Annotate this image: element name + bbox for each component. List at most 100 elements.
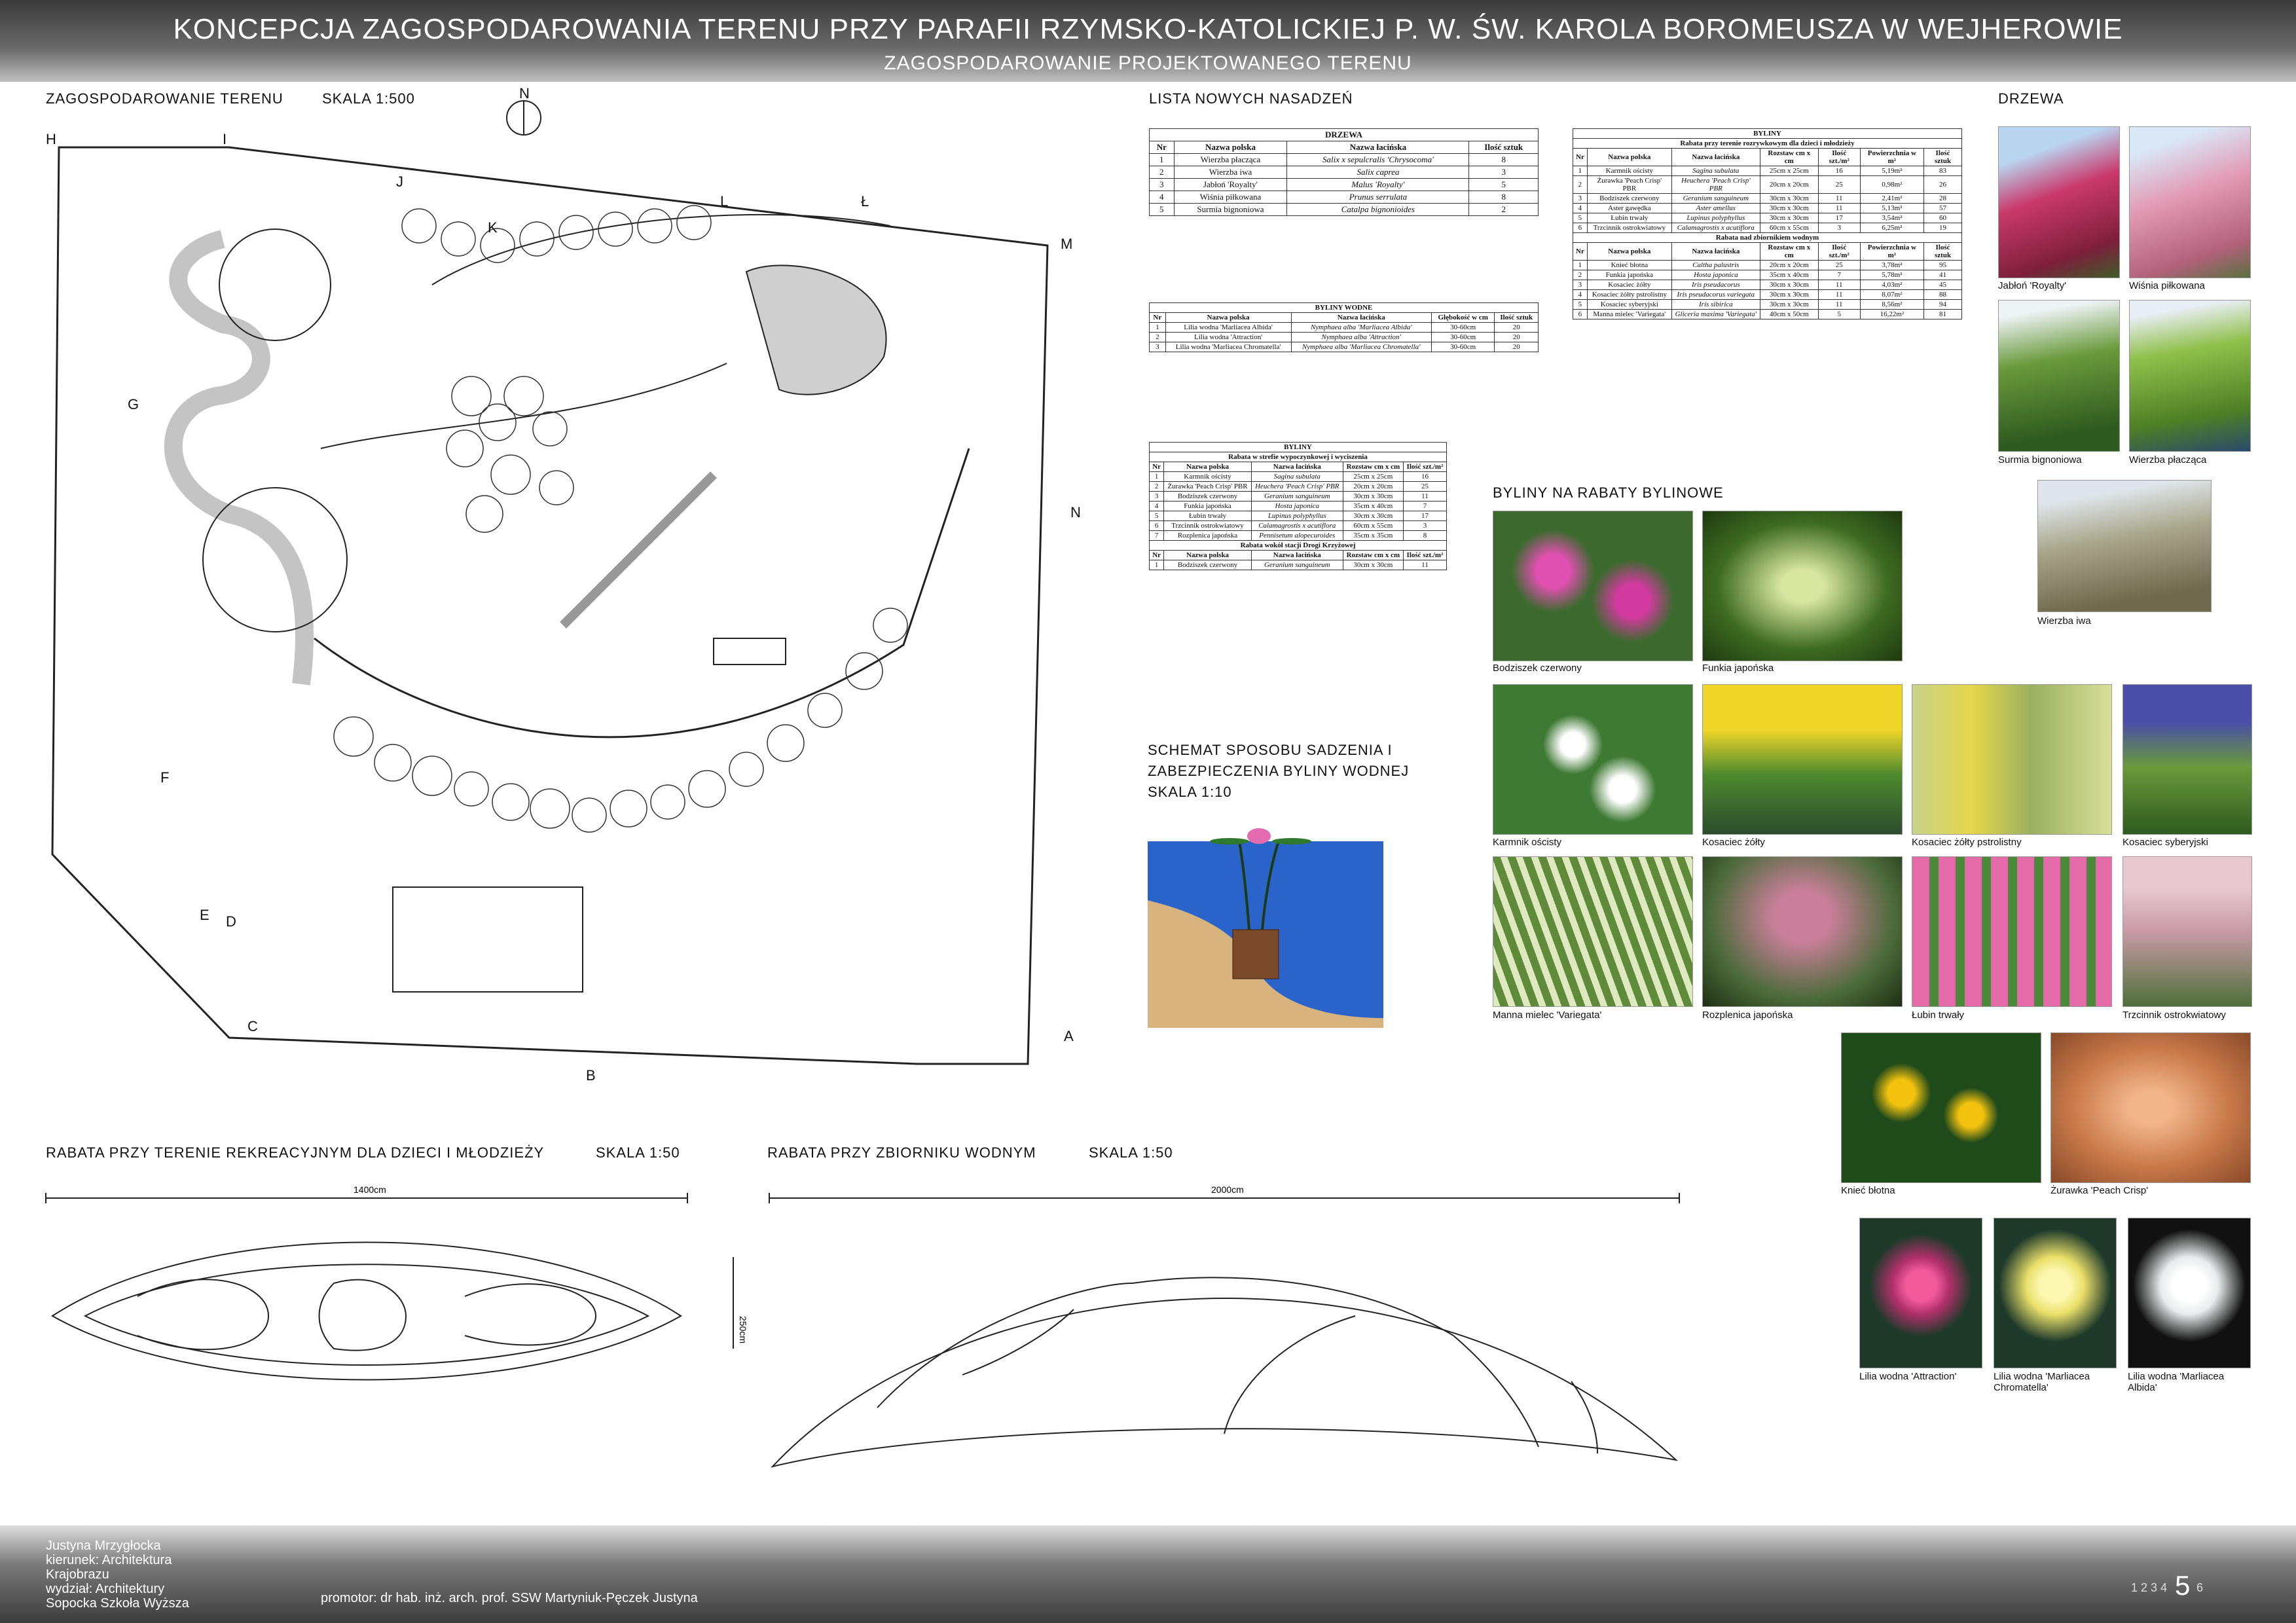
table-row: 5 Łubin trwały Lupinus polyphyllus 30cm x 3… bbox=[1148, 511, 1448, 521]
page-nav-next[interactable]: 6 bbox=[2196, 1581, 2203, 1595]
plant-photo bbox=[2050, 1032, 2251, 1183]
svg-text:I: I bbox=[223, 131, 227, 147]
svg-text:Ł: Ł bbox=[861, 193, 869, 210]
plant-caption: Lilia wodna 'Marliacea Albida' bbox=[2128, 1371, 2225, 1393]
byliny-title: BYLINY NA RABATY BYLINOWE bbox=[1493, 484, 1724, 501]
plant-caption: Łubin trwały bbox=[1912, 1010, 1965, 1021]
tree-photo-wierzba-placzaca bbox=[2129, 300, 2251, 452]
table-row: 4 Funkia japońska Hosta japonica 35cm x 40c… bbox=[1148, 501, 1448, 511]
table-row: 6 Trzcinnik ostrokwiatowy Calamagrostis x … bbox=[1148, 520, 1448, 531]
byliny-right-table: BYLINY Rabata przy terenie rozrywkowym d… bbox=[1573, 128, 1962, 319]
plant-caption: Manna mielec 'Variegata' bbox=[1493, 1010, 1602, 1021]
table-row: 4 Kosaciec żółty pstrolistny Iris pseudaco… bbox=[1573, 289, 1962, 300]
svg-text:M: M bbox=[1061, 236, 1072, 252]
tree-caption: Jabłoń 'Royalty' bbox=[1998, 280, 2067, 291]
table-row: 4 Wiśnia piłkowana Prunus serrulata 8 bbox=[1149, 191, 1539, 204]
plant-caption: Bodziszek czerwony bbox=[1493, 663, 1582, 674]
table-row: 7 Rozplenica japońska Pennisetum alopecuro… bbox=[1148, 530, 1448, 541]
svg-text:250cm: 250cm bbox=[738, 1316, 746, 1343]
tree-caption: Wierzba iwa bbox=[2037, 615, 2091, 627]
table-row: 3 Bodziszek czerwony Geranium sanguineum 30… bbox=[1573, 193, 1962, 204]
table-row: 1 Karmnik ościsty Sagina subulata 25cm x 25… bbox=[1573, 166, 1962, 176]
plant-photo bbox=[2123, 684, 2252, 835]
svg-text:G: G bbox=[128, 396, 139, 412]
plant-caption: Żurawka 'Peach Crisp' bbox=[2050, 1185, 2149, 1196]
table-row: 6 Trzcinnik ostrokwiatowy Calamagrostis x … bbox=[1573, 223, 1962, 233]
plant-caption: Funkia japońska bbox=[1702, 663, 1774, 674]
svg-text:2000cm: 2000cm bbox=[1211, 1185, 1244, 1195]
tree-photo-wierzba-iwa bbox=[2037, 480, 2212, 612]
plant-caption: Karmnik ościsty bbox=[1493, 837, 1562, 848]
plant-photo bbox=[2128, 1218, 2251, 1368]
author-info: Justyna Mrzygłocka kierunek: Architektura… bbox=[46, 1539, 189, 1611]
tree-caption: Wierzba płacząca bbox=[2129, 454, 2207, 465]
svg-text:J: J bbox=[396, 173, 403, 190]
rabata2-scale: SKALA 1:50 bbox=[1089, 1144, 1173, 1161]
plant-caption: Kosaciec syberyjski bbox=[2123, 837, 2208, 848]
table-row: 2 Żurawka 'Peach Crisp' PBR Heuchera 'Peac… bbox=[1148, 481, 1448, 492]
plant-caption: Lilia wodna 'Marliacea Chromatella' bbox=[1994, 1371, 2090, 1393]
plant-photo bbox=[1702, 856, 1903, 1007]
list-title: LISTA NOWYCH NASADZEŃ bbox=[1149, 90, 1353, 107]
plant-photo bbox=[1859, 1218, 1982, 1368]
planting-schema bbox=[1148, 822, 1383, 1028]
tree-photo-surmia bbox=[1998, 300, 2120, 452]
plant-caption: Trzcinnik ostrokwiatowy bbox=[2123, 1010, 2226, 1021]
page-title: KONCEPCJA ZAGOSPODAROWANIA TERENU PRZY P… bbox=[173, 13, 2123, 45]
plant-photo bbox=[2123, 856, 2252, 1007]
table-row: 1 Lilia wodna 'Marliacea Albida' Nymphaea … bbox=[1149, 322, 1539, 333]
svg-text:N: N bbox=[1070, 504, 1081, 520]
svg-text:1400cm: 1400cm bbox=[354, 1185, 386, 1195]
svg-text:B: B bbox=[586, 1067, 596, 1084]
table-row: 2 Wierzba iwa Salix caprea 3 bbox=[1149, 166, 1539, 179]
footer-band bbox=[0, 1525, 2296, 1623]
plant-caption: Kosaciec żółty bbox=[1702, 837, 1765, 848]
site-plan: N H I J K L Ł M N A B C D E F G bbox=[46, 85, 1081, 1084]
plant-photo bbox=[1994, 1218, 2117, 1368]
svg-text:E: E bbox=[200, 907, 210, 923]
plant-caption: Knieć błotna bbox=[1841, 1185, 1895, 1196]
table-row: 4 Aster gawędka Aster amellus 30cm x 30cm 11… bbox=[1573, 203, 1962, 213]
table-row: 3 Lilia wodna 'Marliacea Chromatella' Nymp… bbox=[1149, 342, 1539, 352]
table-row: 3 Kosaciec żółty Iris pseudacorus 30cm x 30… bbox=[1573, 280, 1962, 290]
plant-photo bbox=[1912, 856, 2112, 1007]
table-row: 1 Knieć błotna Caltha palustris 20cm x 20cm… bbox=[1573, 260, 1962, 270]
plant-caption: Lilia wodna 'Attraction' bbox=[1859, 1371, 1957, 1382]
svg-text:H: H bbox=[46, 131, 56, 147]
table-row: 5 Surmia bignoniowa Catalpa bignonioides 2 bbox=[1149, 203, 1539, 216]
plant-photo bbox=[1493, 684, 1693, 835]
site-boundary bbox=[51, 146, 1049, 1065]
svg-text:D: D bbox=[226, 913, 236, 930]
plant-photo bbox=[1702, 684, 1903, 835]
schemat-title: SCHEMAT SPOSOBU SADZENIA I ZABEZPIECZENIA… bbox=[1148, 742, 1410, 800]
lily-flower-icon bbox=[1247, 828, 1271, 844]
table-row: 3 Bodziszek czerwony Geranium sanguineum 30… bbox=[1148, 491, 1448, 501]
svg-text:C: C bbox=[247, 1018, 258, 1034]
rabata1-scale: SKALA 1:50 bbox=[596, 1144, 680, 1161]
tree-photo-jablon bbox=[1998, 126, 2120, 278]
plant-caption: Rozplenica japońska bbox=[1702, 1010, 1793, 1021]
table-row: 1 Wierzba płacząca Salix x sepulcralis 'Ch… bbox=[1149, 153, 1539, 166]
plant-photo bbox=[1912, 684, 2112, 835]
plant-photo bbox=[1841, 1032, 2041, 1183]
table-row: 5 Kosaciec syberyjski Iris sibirica 30cm x … bbox=[1573, 299, 1962, 310]
svg-text:L: L bbox=[720, 193, 728, 210]
north-label: N bbox=[519, 85, 530, 101]
table-row: 1 Karmnik ościsty Sagina subulata 25cm x 25… bbox=[1148, 471, 1448, 482]
table-row: 5 Łubin trwały Lupinus polyphyllus 30cm x 3… bbox=[1573, 213, 1962, 223]
table-row: 1 Bodziszek czerwony Geranium sanguineum 30… bbox=[1148, 560, 1448, 570]
byliny-left-table: BYLINY Rabata w strefie wypoczynkowej i … bbox=[1148, 442, 1448, 570]
table-row: 2 Lilia wodna 'Attraction' Nymphaea alba '… bbox=[1149, 332, 1539, 342]
rabata2-plan: 2000cm bbox=[769, 1185, 1680, 1468]
page-nav-prev[interactable]: 1 2 3 4 bbox=[2131, 1581, 2167, 1595]
rabata1-title: RABATA PRZY TERENIE REKREACYJNYM DLA DZI… bbox=[46, 1144, 545, 1161]
svg-text:A: A bbox=[1064, 1028, 1074, 1044]
tree-caption: Surmia bignoniowa bbox=[1998, 454, 2082, 465]
svg-text:K: K bbox=[488, 219, 498, 236]
rabata1-plan: 1400cm 250cm bbox=[45, 1185, 746, 1381]
table-row: 6 Manna mielec 'Variegata' Gliceria maxima… bbox=[1573, 309, 1962, 319]
plant-photo bbox=[1493, 511, 1693, 661]
page-subtitle: ZAGOSPODAROWANIE PROJEKTOWANEGO TERENU bbox=[884, 52, 1412, 74]
byliny-wodne-table: BYLINY WODNE Nr Nazwa polska Nazwa łacińsk… bbox=[1149, 302, 1539, 352]
promotor: promotor: dr hab. inż. arch. prof. SSW M… bbox=[321, 1591, 698, 1605]
